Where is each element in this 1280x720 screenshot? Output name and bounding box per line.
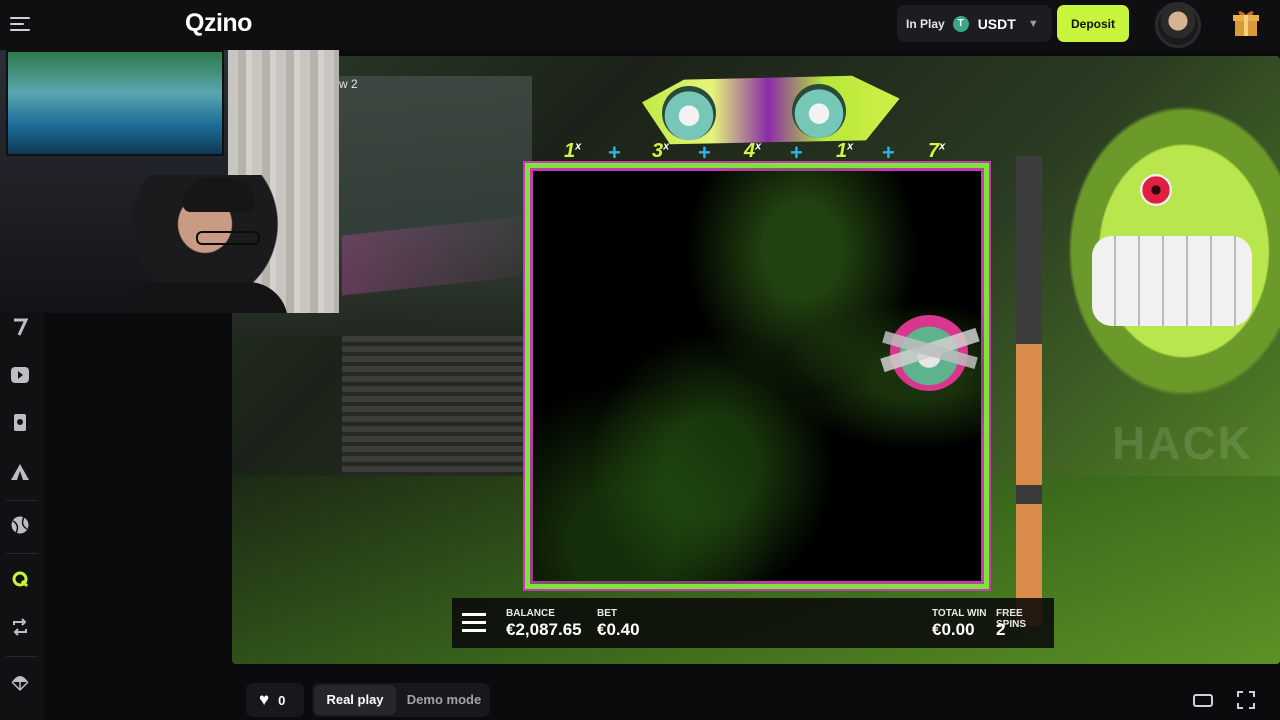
- banner-monster-right: [792, 84, 846, 138]
- background-pole: [1016, 156, 1042, 626]
- favorite-button[interactable]: ♥ 0: [246, 683, 304, 717]
- multiplier-3: 4x: [744, 140, 762, 162]
- background-watermark-text: HACK: [1112, 417, 1253, 469]
- game-menu-icon[interactable]: [462, 613, 486, 633]
- multiplier-1: 1x: [564, 140, 582, 162]
- qzino-icon[interactable]: [9, 568, 31, 590]
- basketball-icon[interactable]: [9, 514, 31, 536]
- tether-coin-icon: T: [952, 15, 969, 32]
- multiplier-5: 7x: [928, 140, 946, 162]
- wallet-status: In Play: [906, 16, 945, 31]
- multiplier-2: 3x: [652, 140, 670, 162]
- total-win-label: TOTAL WIN: [932, 608, 987, 619]
- free-spins-value: 2: [996, 620, 1006, 639]
- monster-character-image: [1052, 86, 1280, 416]
- theater-mode-icon[interactable]: [1193, 690, 1213, 710]
- parachute-icon[interactable]: [9, 672, 31, 694]
- deposit-button[interactable]: Deposit: [1057, 5, 1129, 42]
- wallet-selector[interactable]: In Play T USDT ▼: [897, 5, 1052, 42]
- favorites-count: 0: [278, 692, 286, 708]
- demo-mode-tab[interactable]: Demo mode: [400, 685, 488, 715]
- gift-icon[interactable]: [1231, 8, 1261, 38]
- play-icon[interactable]: [9, 364, 31, 386]
- balance-label: BALANCE: [506, 608, 555, 619]
- total-win-value: €0.00: [932, 620, 975, 639]
- banner-monster-left: [662, 86, 716, 140]
- monster-teeth: [1092, 236, 1252, 326]
- webcam-background-tv: [6, 50, 224, 156]
- real-play-tab[interactable]: Real play: [314, 685, 396, 715]
- heart-icon: ♥: [259, 690, 270, 709]
- seven-icon[interactable]: [9, 316, 31, 338]
- cards-icon[interactable]: [9, 412, 31, 434]
- monster-eye: [1140, 174, 1172, 206]
- reel-grid[interactable]: [525, 163, 989, 589]
- overlay-caption-fragment: w 2: [339, 77, 358, 91]
- streamer-webcam: [0, 50, 339, 313]
- logo-text: Qzino: [185, 9, 252, 37]
- hamburger-menu-icon[interactable]: [10, 17, 30, 33]
- fullscreen-icon[interactable]: [1236, 690, 1256, 710]
- multiplier-4: 1x: [836, 140, 854, 162]
- top-bar: Qzino In Play T USDT ▼ Deposit: [0, 0, 1280, 50]
- bet-value[interactable]: €0.40: [597, 620, 640, 640]
- chevron-down-icon: ▼: [1027, 17, 1039, 30]
- tent-icon[interactable]: [9, 461, 31, 483]
- game-control-bar: BALANCE €2,087.65 BET €0.40 TOTAL WIN €0…: [452, 598, 1054, 648]
- site-logo[interactable]: Qzino: [185, 9, 252, 38]
- slot-game-viewport[interactable]: HACK 1x + 3x + 4x + 1x + 7x: [232, 56, 1280, 664]
- balance-value: €2,087.65: [506, 620, 582, 639]
- avatar[interactable]: [1155, 2, 1201, 48]
- wallet-currency: USDT: [977, 15, 1016, 32]
- bet-label: BET: [597, 608, 617, 619]
- play-mode-toggle: Real play Demo mode: [312, 683, 490, 717]
- exchange-icon[interactable]: [9, 616, 31, 638]
